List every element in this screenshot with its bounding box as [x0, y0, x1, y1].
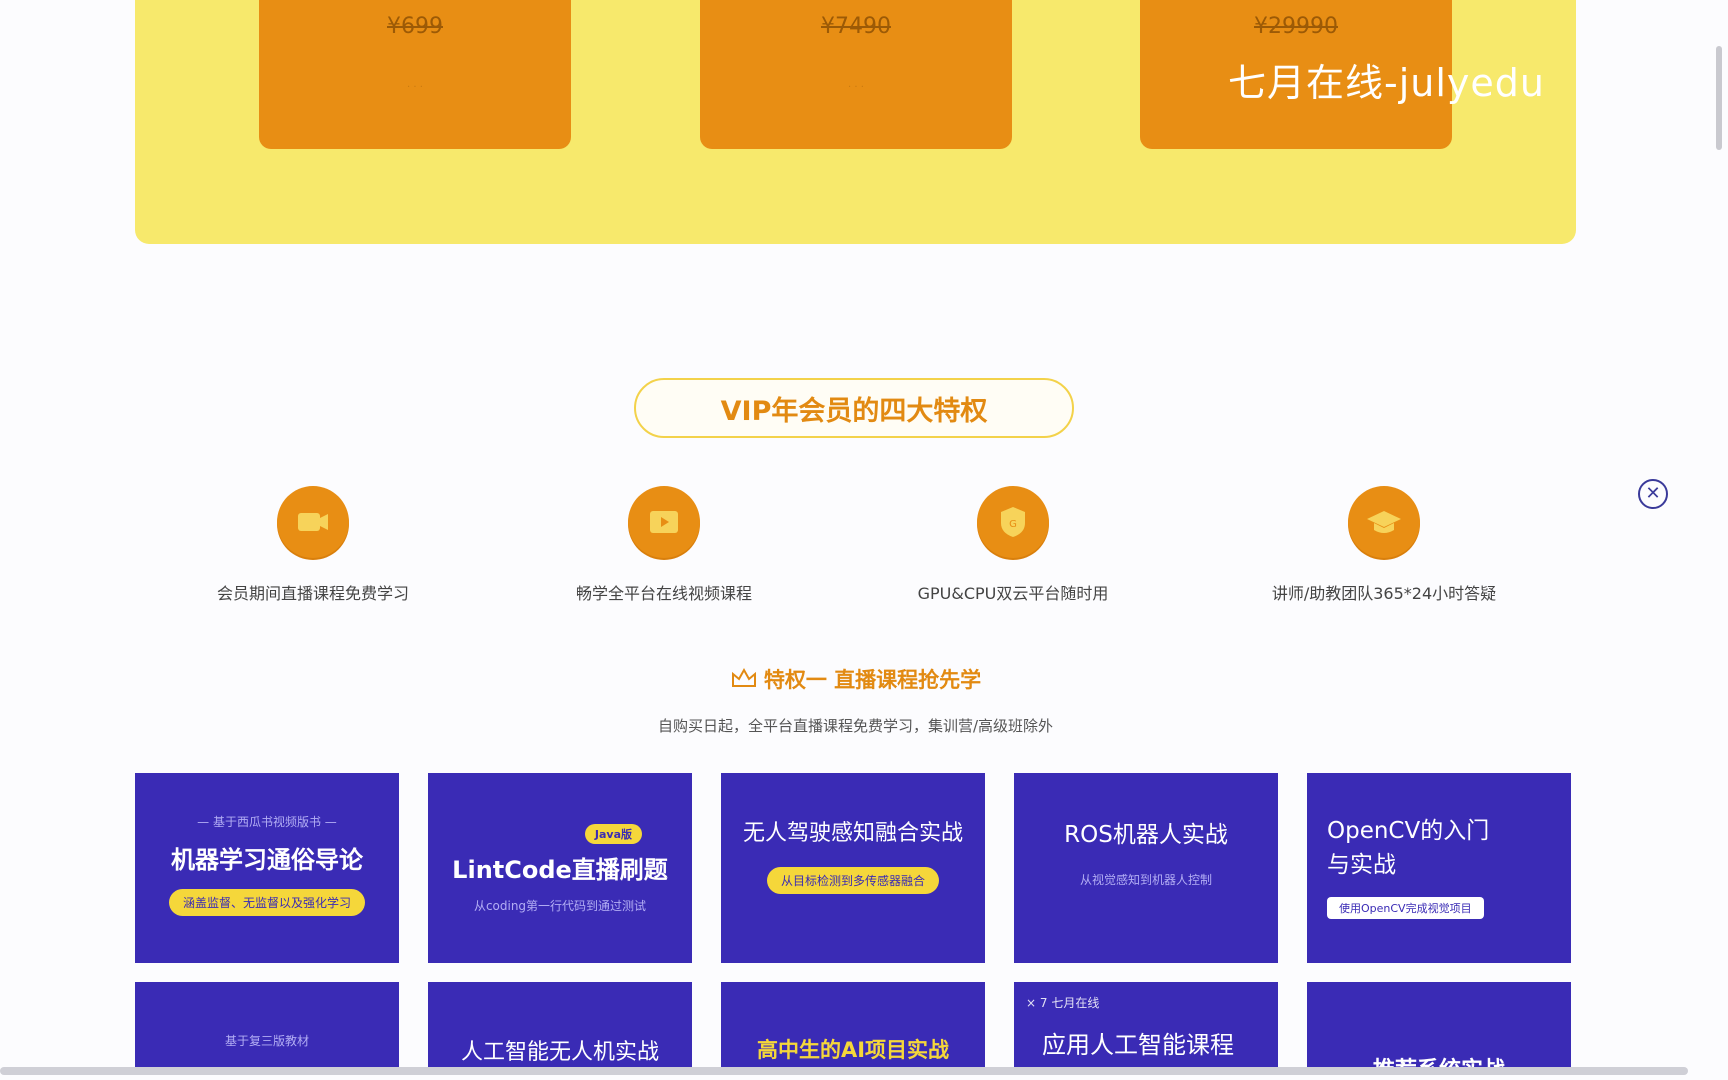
privilege-title-text: 特权一 直播课程抢先学 [763, 668, 982, 692]
course-card[interactable]: OpenCV的入门 与实战 使用OpenCV完成视觉项目 [1307, 773, 1571, 963]
scrollbar-thumb[interactable] [1716, 46, 1722, 150]
course-title: 高中生的AI项目实战 [756, 1038, 950, 1062]
course-title: LintCode直播刷题 [452, 856, 668, 884]
course-tag: Java版 [584, 824, 642, 844]
course-card[interactable]: 基于复三版教材 [135, 982, 399, 1067]
original-price: ¥29990 [1254, 14, 1338, 39]
course-small-text: 基于复三版教材 [224, 1034, 309, 1048]
close-icon[interactable]: ✕ [1638, 479, 1668, 509]
course-title-line2: 与实战 [1327, 852, 1396, 878]
course-card[interactable]: 无人驾驶感知融合实战 从目标检测到多传感器融合 [721, 773, 985, 963]
course-chip: 涵盖监督、无监督以及强化学习 [168, 889, 365, 916]
pricing-panel: ¥699 · · · ¥7490 · · · ¥29990 [135, 0, 1576, 244]
horizontal-scrollbar[interactable] [0, 1067, 1688, 1075]
privilege-section-title: 特权一 直播课程抢先学 [0, 664, 1711, 695]
course-small-text: 从coding第一行代码到通过测试 [473, 899, 647, 913]
feature-label: 讲师/助教团队365*24小时答疑 [1271, 584, 1497, 603]
course-chip: 使用OpenCV完成视觉项目 [1327, 897, 1484, 919]
course-small-text: — 基于西瓜书视频版书 — [197, 815, 337, 829]
course-brand: × 7 七月在线 [1026, 996, 1100, 1010]
course-title: 应用人工智能课程 [1042, 1031, 1234, 1059]
feature-qa-support: 讲师/助教团队365*24小时答疑 [1224, 486, 1544, 604]
course-title: OpenCV的入门 [1327, 818, 1490, 844]
course-small-text: 从视觉感知到机器人控制 [1079, 873, 1212, 887]
feature-video-courses: 畅学全平台在线视频课程 [504, 486, 824, 604]
crown-icon [730, 666, 758, 695]
course-card[interactable]: — 基于西瓜书视频版书 — 机器学习通俗导论 涵盖监督、无监督以及强化学习 [135, 773, 399, 963]
course-card[interactable]: 高中生的AI项目实战 [721, 982, 985, 1067]
privilege-subtitle: 自购买日起，全平台直播课程免费学习，集训营/高级班除外 [657, 717, 1054, 735]
video-icon [628, 486, 700, 558]
feature-label: GPU&CPU双云平台随时用 [917, 584, 1109, 603]
vip-privileges-title: VIP年会员的四大特权 [634, 378, 1074, 438]
course-card[interactable]: 人工智能无人机实战 [428, 982, 692, 1067]
course-title: 人工智能无人机实战 [460, 1040, 659, 1065]
feature-gpu-cpu: G GPU&CPU双云平台随时用 [853, 486, 1173, 604]
original-price: ¥699 [387, 14, 443, 39]
course-title: 推荐系统实战 [1307, 1052, 1571, 1067]
graduation-cap-icon [1348, 486, 1420, 558]
feature-live-courses: 会员期间直播课程免费学习 [153, 486, 473, 604]
course-title: ROS机器人实战 [1064, 822, 1228, 848]
feature-label: 会员期间直播课程免费学习 [216, 584, 409, 603]
course-title: 无人驾驶感知融合实战 [742, 821, 963, 846]
course-title: 机器学习通俗导论 [171, 846, 363, 874]
brand-watermark: 七月在线-julyedu [1228, 61, 1545, 105]
price-note: · · · [848, 82, 864, 93]
gpu-icon: G [977, 486, 1049, 558]
price-note: · · · [407, 82, 423, 93]
price-card[interactable]: ¥699 · · · [259, 0, 571, 149]
course-card[interactable]: ROS机器人实战 从视觉感知到机器人控制 [1014, 773, 1278, 963]
price-card[interactable]: ¥7490 · · · [700, 0, 1012, 149]
course-card[interactable]: × 7 七月在线 应用人工智能课程 [1014, 982, 1278, 1067]
course-chip: 从目标检测到多传感器融合 [766, 867, 939, 894]
course-card[interactable]: Java版 LintCode直播刷题 从coding第一行代码到通过测试 [428, 773, 692, 963]
feature-label: 畅学全平台在线视频课程 [575, 584, 752, 603]
original-price: ¥7490 [821, 14, 891, 39]
svg-text:G: G [1009, 519, 1017, 530]
live-icon [277, 486, 349, 558]
course-card[interactable]: 推荐系统实战 [1307, 982, 1571, 1067]
